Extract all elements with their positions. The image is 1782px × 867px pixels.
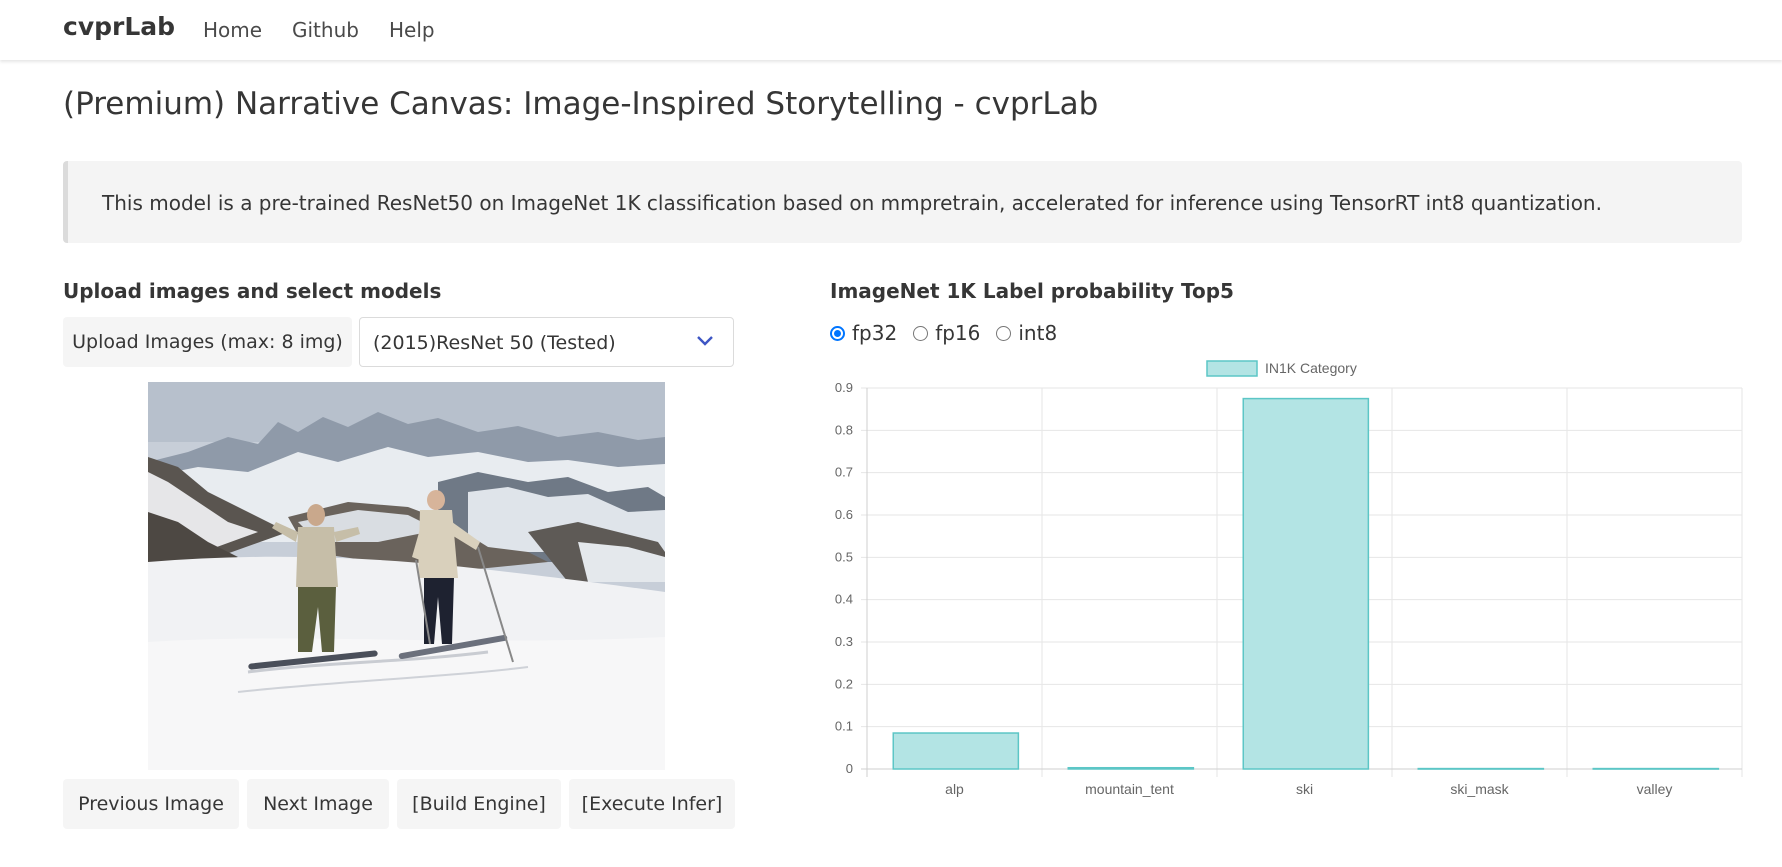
y-tick-label: 0.4 bbox=[835, 592, 853, 607]
bar-mountain_tent bbox=[1067, 766, 1195, 770]
upload-images-button[interactable]: Upload Images (max: 8 img) bbox=[63, 317, 352, 367]
model-description: This model is a pre-trained ResNet50 on … bbox=[102, 191, 1602, 215]
nav-link-help[interactable]: Help bbox=[389, 18, 435, 42]
x-tick-label: valley bbox=[1637, 781, 1673, 797]
x-tick-label: alp bbox=[945, 781, 964, 797]
probability-bar-chart: 0 0.1 0.2 0.3 0.4 0.5 0.6 0.7 0.8 0.9 alp mountain_… bbox=[835, 360, 1743, 797]
y-tick-label: 0.9 bbox=[835, 380, 853, 395]
nav-link-github[interactable]: Github bbox=[292, 18, 359, 42]
y-tick-label: 0.8 bbox=[835, 422, 853, 437]
radio-int8-label: int8 bbox=[1018, 321, 1058, 345]
probability-section-title: ImageNet 1K Label probability Top5 bbox=[830, 279, 1234, 303]
radio-fp32-label: fp32 bbox=[852, 321, 898, 345]
page-title: (Premium) Narrative Canvas: Image-Inspir… bbox=[63, 86, 1099, 122]
y-tick-label: 0.6 bbox=[835, 507, 853, 522]
model-description-box: This model is a pre-trained ResNet50 on … bbox=[63, 161, 1742, 243]
y-tick-label: 0 bbox=[846, 761, 853, 776]
build-engine-button[interactable]: [Build Engine] bbox=[397, 779, 561, 829]
bar-valley bbox=[1592, 767, 1720, 770]
x-tick-label: ski_mask bbox=[1450, 781, 1509, 797]
radio-fp16[interactable] bbox=[913, 325, 929, 341]
model-select-value: (2015)ResNet 50 (Tested) bbox=[373, 332, 616, 354]
chevron-down-icon bbox=[697, 336, 713, 346]
uploaded-image-preview bbox=[148, 382, 665, 770]
precision-radio-group: fp32 fp16 int8 bbox=[830, 319, 1073, 347]
precision-option-fp16[interactable]: fp16 bbox=[913, 321, 980, 345]
bar-ski_mask bbox=[1417, 767, 1545, 770]
y-tick-label: 0.2 bbox=[835, 676, 853, 691]
y-tick-label: 0.3 bbox=[835, 634, 853, 649]
next-image-button[interactable]: Next Image bbox=[247, 779, 389, 829]
radio-fp16-label: fp16 bbox=[935, 321, 981, 345]
navbar: cvprLab Home Github Help bbox=[0, 0, 1782, 60]
x-tick-label: mountain_tent bbox=[1085, 781, 1174, 797]
radio-fp32[interactable] bbox=[830, 325, 845, 341]
x-tick-label: ski bbox=[1296, 781, 1313, 797]
y-tick-label: 0.7 bbox=[835, 465, 853, 480]
upload-section-title: Upload images and select models bbox=[63, 279, 442, 303]
precision-option-int8[interactable]: int8 bbox=[996, 321, 1057, 345]
bar-ski bbox=[1242, 397, 1370, 770]
radio-int8[interactable] bbox=[996, 325, 1012, 341]
precision-option-fp32[interactable]: fp32 bbox=[830, 321, 897, 345]
brand-logo[interactable]: cvprLab bbox=[63, 12, 175, 41]
legend-label: IN1K Category bbox=[1265, 360, 1357, 376]
previous-image-button[interactable]: Previous Image bbox=[63, 779, 239, 829]
y-tick-label: 0.1 bbox=[835, 719, 853, 734]
execute-infer-button[interactable]: [Execute Infer] bbox=[569, 779, 735, 829]
bar-alp bbox=[892, 732, 1020, 770]
legend-swatch bbox=[1206, 360, 1258, 377]
y-tick-label: 0.5 bbox=[835, 549, 853, 564]
model-select[interactable]: (2015)ResNet 50 (Tested) bbox=[359, 317, 734, 367]
nav-link-home[interactable]: Home bbox=[203, 18, 262, 42]
